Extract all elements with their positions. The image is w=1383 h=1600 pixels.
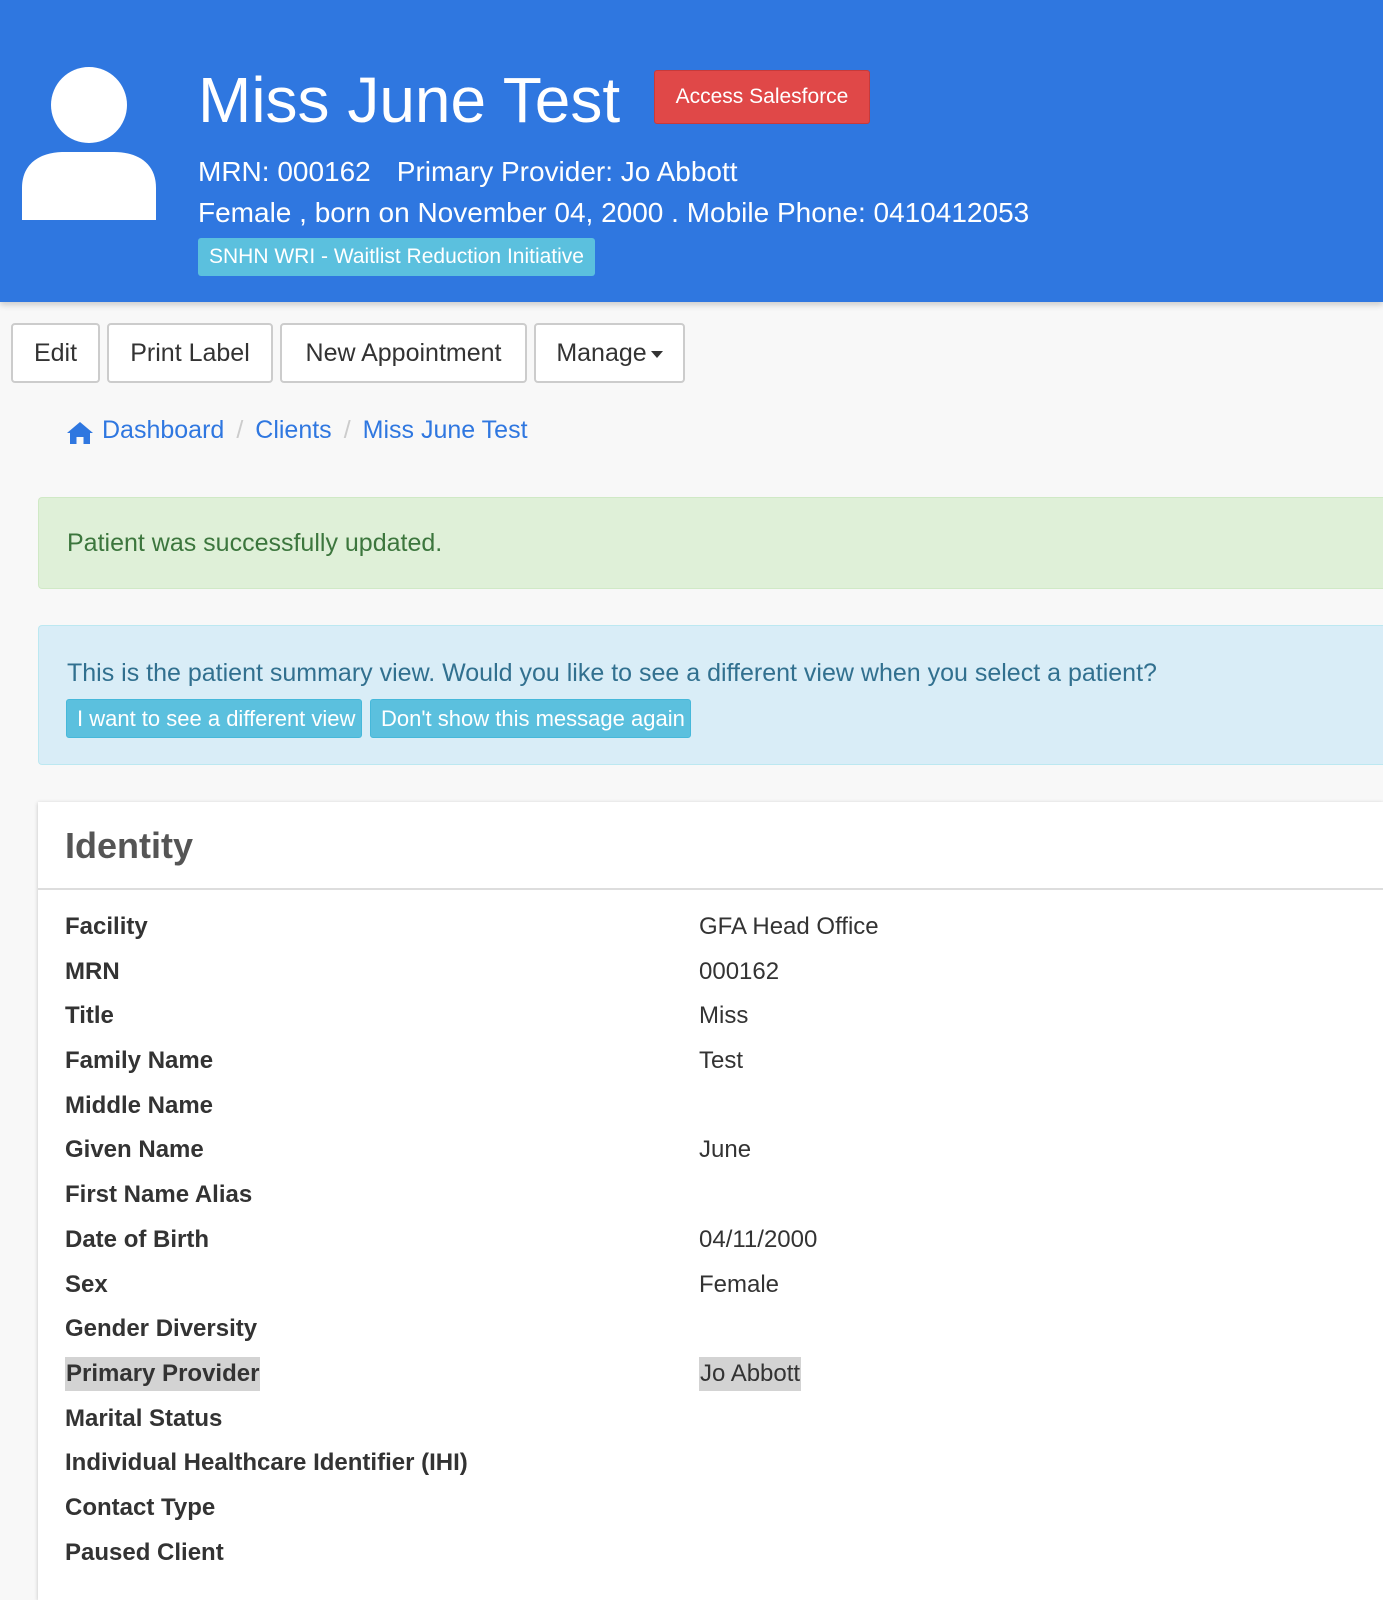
dont-show-again-button[interactable]: Don't show this message again — [370, 699, 691, 738]
edit-button[interactable]: Edit — [11, 323, 100, 383]
field-value: 000162 — [699, 957, 780, 985]
patient-primary-provider: Primary Provider: Jo Abbott — [396, 156, 738, 187]
field-row-marital-status: Marital Status — [38, 1402, 1383, 1447]
access-salesforce-button[interactable]: Access Salesforce — [654, 70, 870, 124]
field-row-family-name: Family Name Test — [38, 1044, 1383, 1089]
field-row-paused-client: Paused Client — [38, 1536, 1383, 1581]
field-label: Individual Healthcare Identifier (IHI) — [65, 1449, 468, 1477]
breadcrumb-dashboard[interactable]: Dashboard — [102, 410, 224, 450]
patient-mrn: MRN: 000162 — [198, 156, 371, 187]
field-label: Sex — [65, 1270, 108, 1298]
field-label: Contact Type — [65, 1493, 216, 1521]
field-value: June — [699, 1136, 752, 1164]
new-appointment-button[interactable]: New Appointment — [280, 323, 527, 383]
user-silhouette-icon — [22, 66, 156, 222]
field-value: 04/11/2000 — [699, 1225, 818, 1253]
field-label: Paused Client — [65, 1538, 224, 1566]
identity-title: Identity — [65, 825, 194, 866]
field-row-primary-provider: Primary Provider Jo Abbott — [38, 1356, 1383, 1402]
success-alert: Patient was successfully updated. — [38, 497, 1383, 589]
print-label-button[interactable]: Print Label — [107, 323, 273, 383]
home-icon[interactable] — [66, 417, 94, 457]
breadcrumb-separator: / — [236, 416, 244, 444]
field-row-sex: Sex Female — [38, 1268, 1383, 1313]
breadcrumb-separator: / — [343, 416, 351, 444]
field-row-first-name-alias: First Name Alias — [38, 1178, 1383, 1223]
field-value: GFA Head Office — [699, 913, 879, 940]
field-label: Title — [65, 1002, 114, 1030]
manage-label: Manage — [556, 339, 647, 367]
field-value: Miss — [699, 1002, 749, 1030]
patient-identifiers: MRN: 000162 Primary Provider: Jo Abbott — [198, 154, 738, 190]
manage-dropdown-button[interactable]: Manage — [534, 323, 685, 383]
field-label: Family Name — [65, 1047, 214, 1075]
identity-panel: Identity Facility GFA Head Office MRN 00… — [38, 802, 1383, 1600]
field-value: Jo Abbott — [699, 1356, 802, 1391]
field-value: Female — [699, 1270, 780, 1298]
different-view-button[interactable]: I want to see a different view — [66, 699, 362, 738]
success-message: Patient was successfully updated. — [67, 529, 443, 557]
field-row-given-name: Given Name June — [38, 1133, 1383, 1178]
field-label: Given Name — [65, 1136, 204, 1164]
field-label: MRN — [65, 957, 120, 985]
field-label: Facility — [65, 913, 148, 940]
field-row-middle-name: Middle Name — [38, 1089, 1383, 1134]
patient-demographics: Female , born on November 04, 2000 . Mob… — [198, 197, 1030, 228]
field-label: Marital Status — [65, 1404, 223, 1432]
summary-view-info-alert: This is the patient summary view. Would … — [38, 625, 1383, 765]
breadcrumb-clients[interactable]: Clients — [255, 410, 331, 450]
field-label: First Name Alias — [65, 1181, 253, 1209]
field-row-title: Title Miss — [38, 999, 1383, 1044]
patient-name: Miss June Test — [198, 64, 621, 136]
field-label: Gender Diversity — [65, 1315, 258, 1343]
field-row-facility: Facility GFA Head Office — [38, 910, 1383, 955]
field-label: Middle Name — [65, 1091, 214, 1119]
identity-panel-heading: Identity — [38, 802, 1383, 890]
caret-down-icon — [650, 350, 663, 358]
identity-fields: Facility GFA Head Office MRN 000162 Titl… — [38, 910, 1383, 1580]
field-row-contact-type: Contact Type — [38, 1491, 1383, 1536]
patient-header: Miss June Test Access Salesforce MRN: 00… — [0, 0, 1383, 302]
field-row-gender-diversity: Gender Diversity — [38, 1312, 1383, 1357]
breadcrumb: Dashboard / Clients / Miss June Test — [66, 410, 528, 450]
info-message: This is the patient summary view. Would … — [67, 659, 1157, 687]
breadcrumb-current-patient[interactable]: Miss June Test — [363, 410, 528, 450]
field-row-mrn: MRN 000162 — [38, 955, 1383, 1000]
field-row-date-of-birth: Date of Birth 04/11/2000 — [38, 1223, 1383, 1268]
field-label: Primary Provider — [65, 1356, 261, 1391]
program-badge: SNHN WRI - Waitlist Reduction Initiative — [198, 238, 595, 276]
field-label: Date of Birth — [65, 1225, 209, 1253]
field-row-ihi: Individual Healthcare Identifier (IHI) — [38, 1446, 1383, 1491]
field-value: Test — [699, 1047, 744, 1075]
